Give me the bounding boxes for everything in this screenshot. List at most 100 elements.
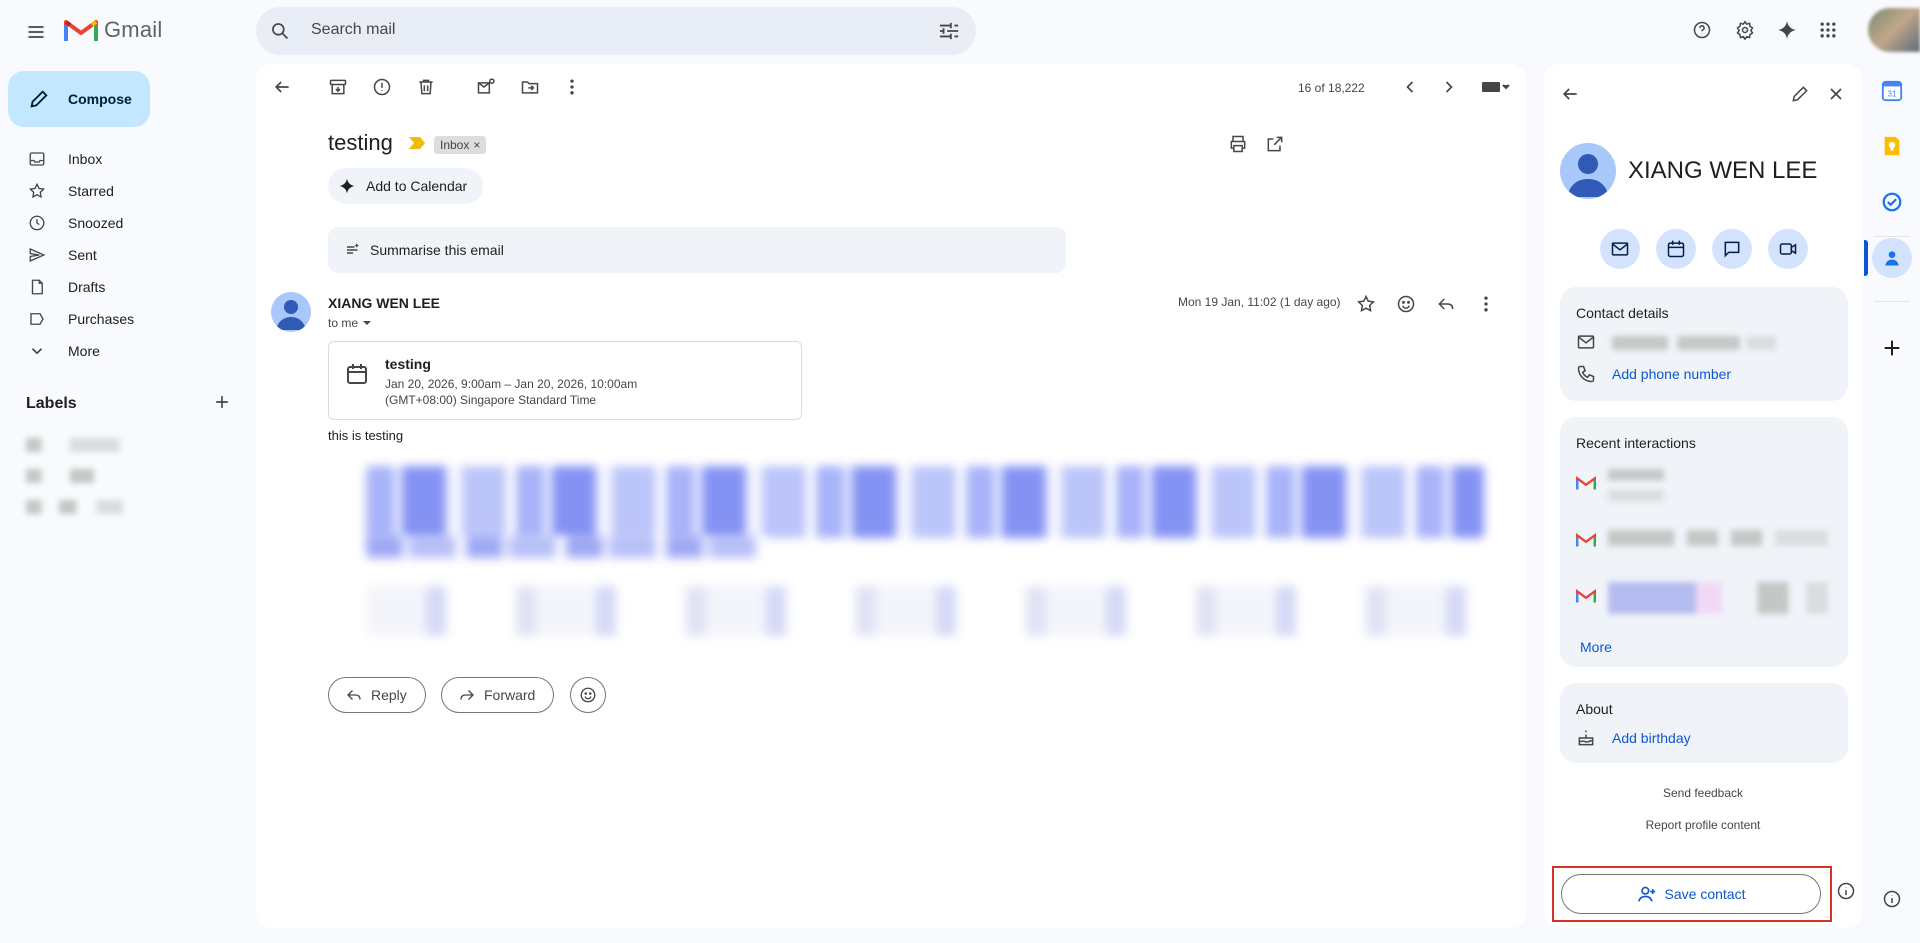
blurred-content: [366, 466, 1484, 538]
chat-button[interactable]: [1712, 229, 1752, 269]
settings-button[interactable]: [1725, 10, 1765, 50]
hide-panel-button[interactable]: [1872, 879, 1912, 919]
add-reaction-button[interactable]: [1386, 284, 1426, 324]
interaction-item[interactable]: [1576, 530, 1832, 562]
contact-email-redacted[interactable]: [1612, 336, 1776, 350]
important-marker-icon[interactable]: [408, 136, 426, 150]
nav-item-starred[interactable]: Starred: [0, 175, 240, 207]
gmail-logo[interactable]: Gmail: [64, 17, 162, 43]
draft-icon: [31, 279, 43, 295]
nav-item-snoozed[interactable]: Snoozed: [0, 207, 240, 239]
get-addons-button[interactable]: [1872, 328, 1912, 368]
calendar-app-button[interactable]: 31: [1872, 71, 1912, 111]
more-interactions-link[interactable]: More: [1580, 639, 1612, 655]
google-keep-icon: [1884, 136, 1900, 156]
nav-item-purchases[interactable]: Purchases: [0, 303, 240, 335]
event-timezone: (GMT+08:00) Singapore Standard Time: [385, 393, 597, 407]
google-calendar-icon: 31: [1881, 80, 1903, 102]
info-button[interactable]: [1830, 875, 1862, 907]
add-birthday-link[interactable]: Add birthday: [1612, 730, 1691, 746]
emoji-icon: [1397, 295, 1415, 313]
add-to-calendar-button[interactable]: Add to Calendar: [328, 168, 484, 204]
save-contact-button[interactable]: Save contact: [1561, 874, 1821, 914]
create-label-button[interactable]: [206, 386, 238, 418]
report-spam-button[interactable]: [362, 67, 402, 107]
nav-item-more[interactable]: More: [0, 335, 240, 367]
contact-name: XIANG WEN LEE: [1628, 157, 1818, 184]
back-button[interactable]: [262, 67, 302, 107]
search-options-icon[interactable]: [938, 21, 960, 41]
search-bar[interactable]: Search mail: [256, 7, 976, 55]
apps-button[interactable]: [1808, 10, 1848, 50]
page-count: 16 of 18,222: [1298, 81, 1365, 95]
schedule-event-button[interactable]: [1656, 229, 1696, 269]
forward-button[interactable]: Forward: [441, 677, 555, 713]
more-options-button[interactable]: [552, 67, 592, 107]
archive-button[interactable]: [318, 67, 358, 107]
nav-item-sent[interactable]: Sent: [0, 239, 240, 271]
nav-item-drafts[interactable]: Drafts: [0, 271, 240, 303]
label-item[interactable]: [26, 500, 136, 514]
panel-back-button[interactable]: [1550, 74, 1590, 114]
send-feedback-link[interactable]: Send feedback: [1544, 786, 1862, 800]
info-icon: [1837, 882, 1855, 900]
blurred-content: [1608, 530, 1828, 546]
edit-contact-button[interactable]: [1780, 74, 1820, 114]
svg-text:31: 31: [1887, 90, 1897, 99]
star-button[interactable]: [1346, 284, 1386, 324]
nav-item-label: Starred: [68, 183, 114, 199]
video-call-button[interactable]: [1768, 229, 1808, 269]
mark-unread-button[interactable]: [466, 67, 506, 107]
search-input[interactable]: Search mail: [311, 21, 395, 39]
sender-name[interactable]: XIANG WEN LEE: [328, 295, 440, 311]
move-to-button[interactable]: [510, 67, 550, 107]
add-to-calendar-label: Add to Calendar: [366, 178, 468, 194]
delete-button[interactable]: [406, 67, 446, 107]
person-icon: [276, 300, 306, 330]
react-button[interactable]: [570, 677, 606, 713]
spam-icon: [373, 78, 391, 96]
main-menu-button[interactable]: [15, 11, 57, 53]
add-phone-link[interactable]: Add phone number: [1612, 366, 1731, 382]
sender-avatar[interactable]: [271, 292, 311, 332]
chat-icon: [1724, 241, 1740, 258]
summarise-button[interactable]: Summarise this email: [328, 227, 1066, 273]
reply-icon-button[interactable]: [1426, 284, 1466, 324]
email-contact-button[interactable]: [1600, 229, 1640, 269]
contact-details-card: Contact details Add phone number: [1560, 287, 1848, 401]
report-profile-link[interactable]: Report profile content: [1544, 818, 1862, 832]
interaction-item[interactable]: [1576, 469, 1832, 519]
open-in-new-icon: [1267, 136, 1283, 152]
account-avatar[interactable]: [1868, 8, 1920, 52]
older-button[interactable]: [1429, 67, 1469, 107]
remove-label-icon[interactable]: ×: [473, 138, 480, 152]
newer-button[interactable]: [1390, 67, 1430, 107]
print-button[interactable]: [1218, 124, 1258, 164]
label-item[interactable]: [26, 438, 136, 452]
message-more-button[interactable]: [1466, 284, 1506, 324]
reply-button[interactable]: Reply: [328, 677, 426, 713]
mail-icon: [1576, 332, 1596, 352]
message-subject: testing: [328, 130, 393, 155]
event-title: testing: [385, 356, 431, 372]
compose-button[interactable]: Compose: [8, 71, 150, 127]
keyboard-icon: [1482, 82, 1510, 92]
close-panel-button[interactable]: [1816, 74, 1856, 114]
tasks-app-button[interactable]: [1872, 182, 1912, 222]
rail-divider: [1874, 301, 1910, 302]
contacts-app-button[interactable]: [1872, 238, 1912, 278]
search-icon[interactable]: [270, 21, 290, 41]
recipient-details-toggle[interactable]: to me: [328, 316, 372, 330]
nav-item-inbox[interactable]: Inbox: [0, 143, 240, 175]
gemini-button[interactable]: [1767, 10, 1807, 50]
google-contacts-icon: [1885, 251, 1899, 266]
label-item[interactable]: [26, 469, 136, 483]
keep-app-button[interactable]: [1872, 126, 1912, 166]
labels-heading: Labels: [26, 395, 77, 412]
interaction-item[interactable]: [1576, 582, 1832, 628]
calendar-event-card[interactable]: testing Jan 20, 2026, 9:00am – Jan 20, 2…: [328, 341, 802, 420]
input-tools-button[interactable]: [1471, 67, 1521, 107]
support-button[interactable]: [1682, 10, 1722, 50]
open-new-window-button[interactable]: [1255, 124, 1295, 164]
gmail-m-icon: [1576, 588, 1596, 603]
